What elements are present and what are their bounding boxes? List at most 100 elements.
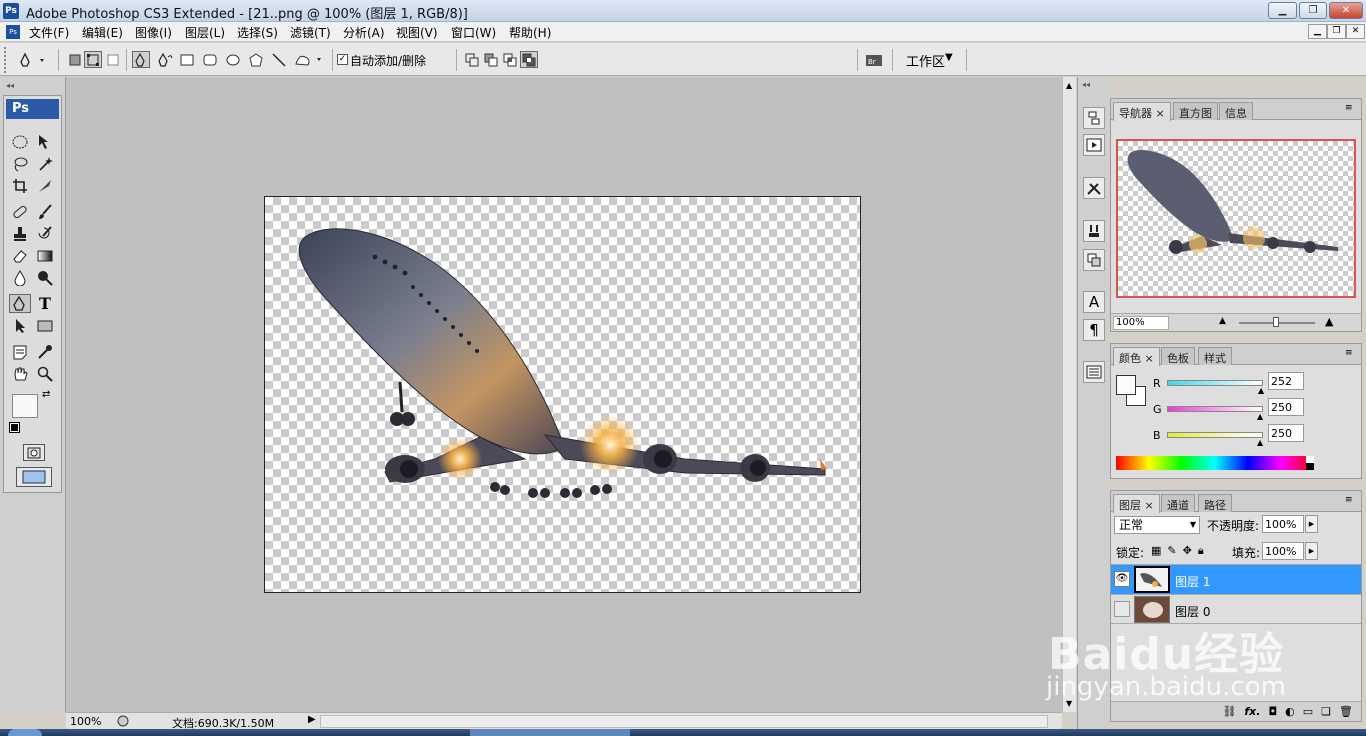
lock-position-icon[interactable]: ✥ — [1183, 544, 1192, 558]
zoom-level[interactable]: 100% — [70, 715, 101, 728]
channel-slider-r[interactable] — [1167, 380, 1263, 386]
group-icon[interactable]: ▭ — [1303, 705, 1313, 721]
channel-slider-b[interactable] — [1167, 432, 1263, 438]
document-icon[interactable]: Ps — [6, 25, 20, 39]
doc-minimize-button[interactable]: ▁ — [1308, 24, 1327, 39]
collapse-arrows-icon[interactable]: ◂◂ — [6, 81, 14, 90]
doc-close-button[interactable]: ✕ — [1346, 24, 1365, 39]
tab-channels[interactable]: 通道 — [1161, 494, 1195, 512]
polygon-tool-button[interactable] — [247, 51, 265, 68]
panel-menu-icon[interactable]: ≡ — [1345, 103, 1353, 113]
channel-value-field[interactable]: 252 — [1268, 372, 1304, 390]
status-menu-icon[interactable] — [116, 715, 130, 727]
healing-brush-tool[interactable] — [9, 202, 31, 221]
pen-tool[interactable] — [9, 294, 31, 313]
panel-menu-icon[interactable]: ≡ — [1345, 495, 1353, 505]
status-expand-arrow[interactable]: ▶ — [308, 714, 316, 725]
spectrum-white-swatch[interactable] — [1306, 456, 1314, 463]
menu-window[interactable]: 窗口(W) — [451, 24, 496, 41]
rectangle-tool-button[interactable] — [178, 51, 196, 68]
notes-tool[interactable] — [9, 342, 31, 361]
channel-slider-g[interactable] — [1167, 406, 1263, 412]
custom-shape-button[interactable] — [292, 51, 326, 68]
grip-handle[interactable] — [4, 47, 8, 73]
paths-button[interactable] — [84, 51, 102, 68]
tab-info[interactable]: 信息 — [1219, 102, 1253, 120]
paragraph-panel-button[interactable]: ¶ — [1083, 319, 1105, 341]
history-brush-tool[interactable] — [34, 224, 56, 243]
menu-view[interactable]: 视图(V) — [396, 24, 438, 41]
navigator-zoom-field[interactable]: 100% — [1113, 316, 1169, 330]
zoom-in-icon[interactable]: ▲ — [1325, 315, 1333, 328]
lock-transparent-icon[interactable]: ▦ — [1151, 544, 1161, 558]
slice-tool[interactable] — [34, 176, 56, 195]
tab-navigator[interactable]: 导航器 × — [1113, 102, 1171, 121]
move-tool[interactable] — [34, 132, 56, 151]
history-panel-button[interactable] — [1083, 107, 1105, 129]
menu-select[interactable]: 选择(S) — [237, 24, 278, 41]
fill-slider-arrow[interactable]: ▶ — [1305, 542, 1318, 560]
screen-mode-button[interactable] — [16, 467, 52, 487]
menu-edit[interactable]: 编辑(E) — [82, 24, 123, 41]
vertical-scrollbar[interactable]: ▲ ▼ — [1062, 77, 1076, 712]
clone-source-button[interactable] — [1083, 249, 1105, 271]
combine-shape-add-button[interactable] — [463, 51, 481, 68]
lock-all-icon[interactable]: 🔒︎ — [1198, 544, 1204, 558]
start-button[interactable] — [8, 729, 42, 736]
taskbar-item-photoshop[interactable] — [470, 729, 630, 736]
lasso-tool[interactable] — [9, 154, 31, 173]
color-foreground-swatch[interactable] — [1116, 375, 1136, 395]
tab-color[interactable]: 颜色 × — [1113, 347, 1160, 366]
pen-tool-preset-picker[interactable] — [16, 51, 50, 68]
foreground-color-swatch[interactable] — [12, 394, 38, 418]
panel-menu-icon[interactable]: ≡ — [1345, 348, 1353, 358]
crop-tool[interactable] — [9, 176, 31, 195]
fill-field[interactable]: 100% — [1262, 542, 1304, 560]
swap-colors-icon[interactable]: ⇄ — [42, 389, 50, 400]
actions-panel-button[interactable] — [1083, 134, 1105, 156]
bridge-button[interactable]: Br — [862, 49, 888, 71]
menu-layer[interactable]: 图层(L) — [185, 24, 225, 41]
trash-icon[interactable]: 🗑︎ — [1339, 705, 1353, 721]
link-icon[interactable]: ⛓︎ — [1222, 705, 1236, 721]
close-button[interactable]: ✕ — [1329, 2, 1363, 19]
path-selection-tool[interactable] — [9, 316, 31, 335]
auto-add-delete-checkbox[interactable]: ✓ — [337, 54, 348, 65]
type-tool[interactable]: T — [34, 294, 56, 313]
combine-shape-subtract-button[interactable] — [482, 51, 500, 68]
opacity-slider-arrow[interactable]: ▶ — [1305, 515, 1318, 533]
layer-row[interactable]: 👁︎ 图层 1 — [1111, 564, 1361, 594]
tab-styles[interactable]: 样式 — [1198, 347, 1232, 365]
shape-layers-button[interactable] — [66, 51, 84, 68]
new-layer-icon[interactable]: ❏ — [1321, 705, 1331, 721]
fill-pixels-button[interactable] — [104, 51, 122, 68]
zoom-out-icon[interactable]: ▲ — [1219, 316, 1226, 326]
channel-slider-handle[interactable]: ▲ — [1258, 387, 1264, 395]
dodge-tool[interactable] — [34, 268, 56, 287]
eraser-tool[interactable] — [9, 246, 31, 265]
dock-collapse-icon[interactable]: ◂◂ — [1082, 80, 1090, 89]
tool-presets-button[interactable] — [1083, 177, 1105, 199]
combine-shape-exclude-button[interactable] — [520, 51, 538, 68]
lock-image-icon[interactable]: ✎ — [1167, 544, 1176, 558]
document-canvas[interactable] — [264, 196, 861, 593]
navigator-preview[interactable] — [1116, 139, 1356, 298]
tab-histogram[interactable]: 直方图 — [1173, 102, 1218, 120]
tab-layers[interactable]: 图层 × — [1113, 494, 1160, 513]
magic-wand-tool[interactable] — [34, 154, 56, 173]
pen-tool-button[interactable] — [132, 51, 150, 68]
shape-tool[interactable] — [34, 316, 56, 335]
zoom-tool[interactable] — [34, 364, 56, 383]
channel-slider-handle[interactable]: ▲ — [1257, 439, 1263, 447]
menu-analysis[interactable]: 分析(A) — [343, 24, 385, 41]
layer-comps-button[interactable] — [1083, 361, 1105, 383]
tab-swatches[interactable]: 色板 — [1161, 347, 1195, 365]
photoshop-app-icon[interactable]: Ps — [3, 3, 19, 19]
combine-shape-intersect-button[interactable] — [501, 51, 519, 68]
spectrum-black-swatch[interactable] — [1306, 463, 1314, 470]
tab-paths[interactable]: 路径 — [1198, 494, 1232, 512]
line-tool-button[interactable] — [270, 51, 288, 68]
adjustment-icon[interactable]: ◐ — [1285, 705, 1295, 721]
opacity-field[interactable]: 100% — [1262, 515, 1304, 533]
layer-name[interactable]: 图层 1 — [1175, 573, 1210, 590]
